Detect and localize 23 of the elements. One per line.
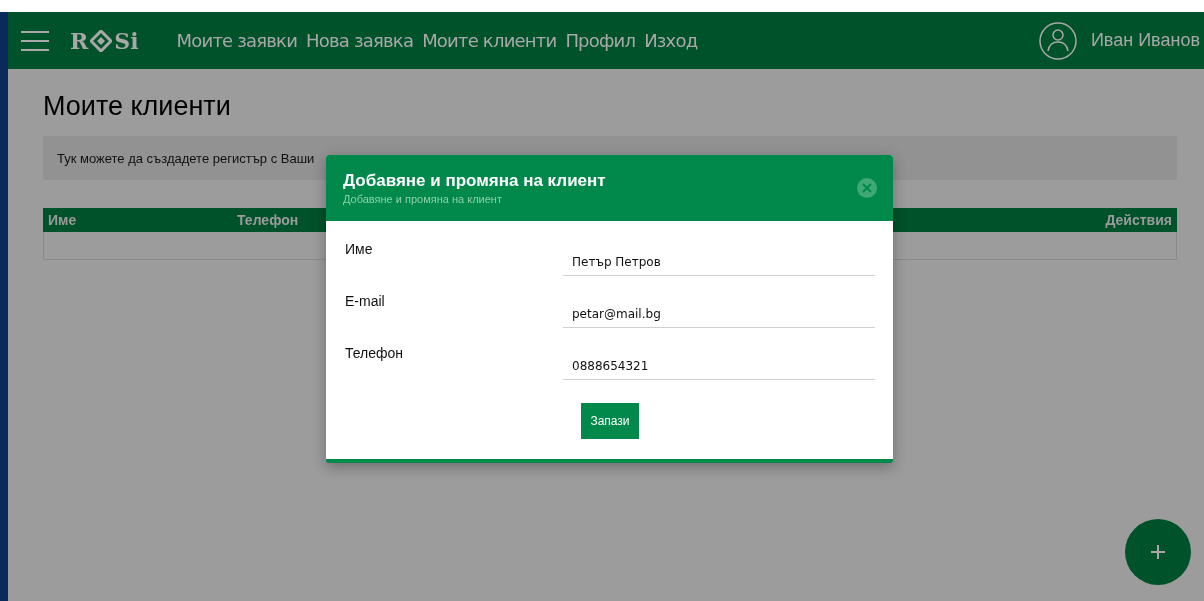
info-text: Тук можете да създадете регистър с Ваши: [57, 150, 315, 166]
field-label: Име: [345, 240, 374, 259]
user-avatar-icon[interactable]: [1038, 21, 1077, 60]
logo-text: Si: [114, 27, 139, 54]
column-header: Име: [48, 212, 78, 228]
logo-text: R: [70, 27, 89, 54]
menu-icon[interactable]: [20, 29, 50, 52]
plus-icon: [1150, 544, 1166, 560]
column-header: Действия: [1105, 212, 1172, 228]
field-label: E-mail: [345, 292, 386, 311]
page-title: Моите клиенти: [43, 91, 232, 122]
column-header: Телефон: [237, 212, 300, 228]
save-button[interactable]: Запази: [581, 403, 639, 439]
user-name[interactable]: Иван Иванов: [1090, 30, 1200, 51]
diamond-icon: [90, 29, 113, 52]
nav-link[interactable]: Моите заявки: [176, 30, 298, 51]
nav-link[interactable]: Нова заявка: [306, 30, 414, 51]
nav-link[interactable]: Моите клиенти: [422, 30, 557, 51]
nav-link[interactable]: Изход: [644, 30, 698, 51]
dialog-subtitle: Добавяне и промяна на клиент: [343, 193, 503, 205]
dialog-title: Добавяне и промяна на клиент: [343, 171, 607, 191]
nav-link[interactable]: Профил: [565, 30, 636, 51]
field-label: Телефон: [345, 344, 405, 363]
